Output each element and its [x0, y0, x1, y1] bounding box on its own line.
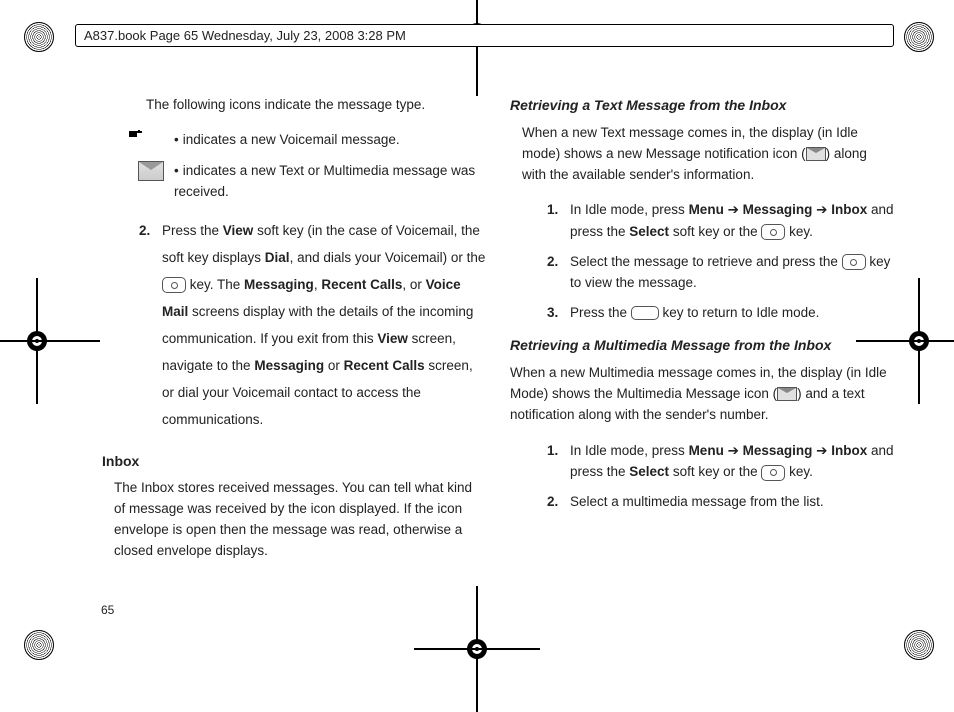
- list-item: Select the message to retrieve and press…: [562, 251, 894, 294]
- icon-row-text: •indicates a new Text or Multimedia mess…: [174, 161, 486, 203]
- list-item: Press the key to return to Idle mode.: [562, 302, 894, 324]
- mms-steps: In Idle mode, press Menu ➔ Messaging ➔ I…: [510, 440, 894, 513]
- icon-row-text-mms: •indicates a new Text or Multimedia mess…: [138, 161, 486, 203]
- right-column: Retrieving a Text Message from the Inbox…: [510, 95, 894, 622]
- message-icon: [806, 147, 826, 161]
- mms-icon: [777, 387, 797, 401]
- voicemail-icon: [138, 130, 164, 148]
- page-header-frame: A837.book Page 65 Wednesday, July 23, 20…: [75, 24, 894, 47]
- page-header-text: A837.book Page 65 Wednesday, July 23, 20…: [84, 28, 406, 43]
- icon-row-voicemail: •indicates a new Voicemail message.: [138, 130, 486, 151]
- text-msg-paragraph: When a new Text message comes in, the di…: [522, 123, 894, 186]
- intro-text: The following icons indicate the message…: [146, 95, 466, 116]
- crop-mark-target-right: [906, 328, 932, 354]
- section-heading-text: Retrieving a Text Message from the Inbox: [510, 95, 894, 117]
- crop-mark-circle-tr: [904, 22, 934, 52]
- inbox-heading: Inbox: [102, 451, 486, 473]
- center-key-icon: [842, 254, 866, 270]
- crop-mark-target-bottom: [464, 636, 490, 662]
- left-column: The following icons indicate the message…: [102, 95, 486, 622]
- center-key-icon: [162, 277, 186, 293]
- envelope-icon: [138, 161, 164, 181]
- crop-mark-circle-tl: [24, 22, 54, 52]
- center-key-icon: [761, 465, 785, 481]
- list-item: In Idle mode, press Menu ➔ Messaging ➔ I…: [562, 199, 894, 242]
- icon-row-text: •indicates a new Voicemail message.: [174, 130, 400, 151]
- inbox-paragraph: The Inbox stores received messages. You …: [114, 478, 484, 562]
- section-heading-mms: Retrieving a Multimedia Message from the…: [510, 335, 894, 357]
- list-item: Press the View soft key (in the case of …: [154, 217, 486, 433]
- text-msg-steps: In Idle mode, press Menu ➔ Messaging ➔ I…: [510, 199, 894, 323]
- crop-mark-circle-bl: [24, 630, 54, 660]
- list-item: In Idle mode, press Menu ➔ Messaging ➔ I…: [562, 440, 894, 483]
- softkey-icon: [631, 306, 659, 320]
- crop-mark-circle-br: [904, 630, 934, 660]
- list-item: Select a multimedia message from the lis…: [562, 491, 894, 513]
- page-number: 65: [101, 603, 114, 617]
- center-key-icon: [761, 224, 785, 240]
- left-steps-list: Press the View soft key (in the case of …: [102, 217, 486, 433]
- crop-mark-target-left: [24, 328, 50, 354]
- mms-paragraph: When a new Multimedia message comes in, …: [510, 363, 894, 426]
- page-content: The following icons indicate the message…: [102, 95, 894, 622]
